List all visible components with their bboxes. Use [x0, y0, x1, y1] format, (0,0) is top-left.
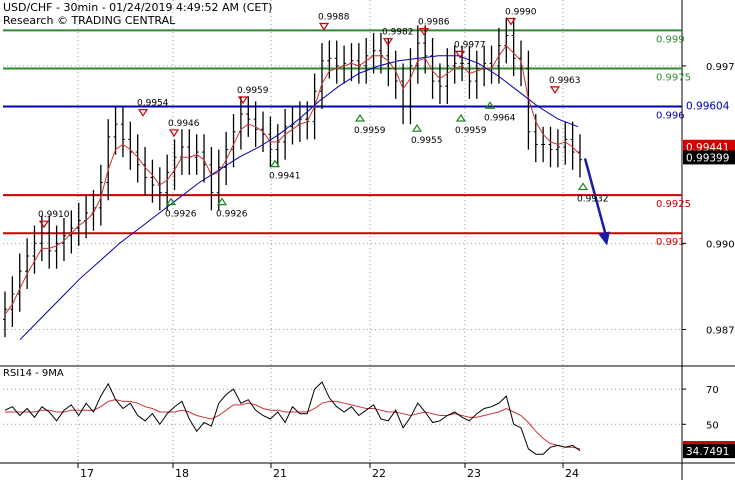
x-tick-label: 22: [372, 467, 386, 480]
rsi-y-tick-label: 50: [706, 420, 719, 431]
swing-high-label: 0.9954: [137, 99, 169, 109]
swing-low-label: 0.9964: [484, 113, 516, 123]
x-tick-label: 17: [80, 467, 94, 480]
level-badge: 0.99604: [686, 100, 730, 112]
x-tick-label: 23: [467, 467, 481, 480]
y-tick-label: 0.9976: [706, 62, 735, 73]
y-tick-label: 0.9872: [706, 326, 735, 337]
swing-low-marker: [411, 124, 423, 132]
swing-low-label: 0.9955: [411, 136, 443, 146]
current-price-badge: 0.99399: [686, 152, 729, 164]
swing-high-label: 0.9910: [38, 210, 70, 220]
swing-high-label: 0.9963: [549, 76, 581, 86]
swing-low-label: 0.9959: [455, 126, 487, 136]
swing-low-marker: [455, 113, 467, 122]
swing-low-marker: [577, 182, 589, 191]
swing-high-marker: [237, 96, 249, 105]
swing-high-label: 0.9988: [318, 12, 350, 22]
swing-low-label: 0.9932: [577, 194, 609, 204]
level-label: 0.9925: [656, 199, 691, 210]
slow-moving-average: [19, 55, 579, 341]
swing-high-label: 0.9982: [382, 28, 414, 38]
swing-high-label: 0.9990: [505, 7, 537, 17]
rsi-y-tick-label: 70: [706, 385, 719, 396]
swing-high-label: 0.9977: [454, 40, 486, 50]
x-tick-label: 24: [565, 467, 579, 480]
chart-title: USD/CHF - 30min - 01/24/2019 4:49:52 AM …: [3, 1, 273, 14]
swing-high-label: 0.9986: [418, 18, 450, 28]
rsi-title: RSI14 - 9MA: [3, 368, 64, 379]
x-tick-label: 21: [273, 467, 287, 480]
rsi-line: [4, 381, 581, 455]
swing-low-label: 0.9926: [165, 210, 197, 220]
swing-high-label: 0.9959: [237, 86, 269, 96]
level-label: 0.9975: [656, 72, 691, 83]
swing-low-label: 0.9926: [216, 210, 248, 220]
x-tick-label: 18: [175, 467, 189, 480]
swing-high-label: 0.9946: [168, 119, 200, 129]
swing-high-marker: [168, 129, 180, 138]
swing-low-label: 0.9941: [269, 172, 301, 182]
swing-low-label: 0.9959: [354, 126, 386, 136]
chart-canvas: 17 18 21 22 23 24 0.9976 0.9906 0.9872 0.999 0.997…: [0, 0, 735, 480]
swing-low-marker: [354, 113, 366, 122]
swing-high-marker: [549, 86, 561, 94]
level-label: 0.999: [656, 34, 685, 45]
y-tick-label: 0.9906: [706, 239, 735, 250]
level-label: 0.996: [656, 110, 685, 121]
chart-source: Research © TRADING CENTRAL: [3, 14, 176, 27]
rsi-value-badge: 34.7491: [686, 446, 729, 458]
swing-high-marker: [318, 22, 330, 31]
level-label: 0.991: [656, 237, 685, 248]
swing-high-marker: [454, 50, 466, 59]
swing-high-marker: [38, 220, 50, 229]
swing-high-marker: [137, 109, 149, 117]
